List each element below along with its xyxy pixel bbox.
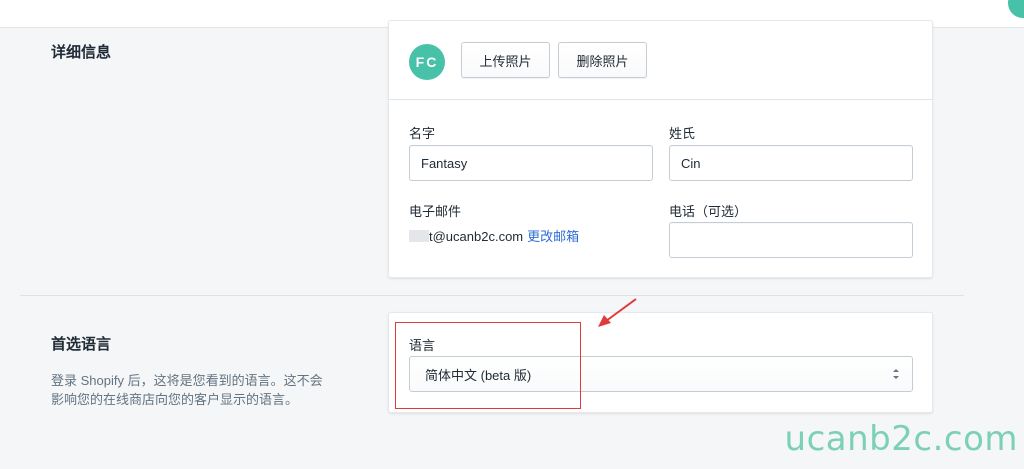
phone-field[interactable] xyxy=(669,222,913,258)
avatar: FC xyxy=(409,44,445,80)
email-label: 电子邮件 xyxy=(409,204,462,219)
annotation-arrow-icon xyxy=(598,298,637,327)
email-redaction xyxy=(409,230,429,242)
language-section-title: 首选语言 xyxy=(51,336,112,353)
select-arrows-icon xyxy=(893,369,899,379)
last-name-field[interactable] xyxy=(669,145,913,181)
last-name-label: 姓氏 xyxy=(669,126,696,141)
user-avatar-corner[interactable] xyxy=(1008,0,1024,18)
section-divider xyxy=(20,295,964,296)
card-divider xyxy=(389,99,932,100)
language-select[interactable]: 简体中文 (beta 版) xyxy=(409,356,913,392)
email-value: t@ucanb2c.com xyxy=(429,229,524,244)
language-card: 语言 简体中文 (beta 版) xyxy=(388,312,933,413)
details-card: FC 上传照片 删除照片 名字 姓氏 电子邮件 t@ucanb2c.com更改邮… xyxy=(388,20,933,278)
phone-label: 电话（可选） xyxy=(669,204,748,219)
change-email-link[interactable]: 更改邮箱 xyxy=(527,229,579,244)
first-name-field[interactable] xyxy=(409,145,653,181)
details-section-title: 详细信息 xyxy=(51,44,112,61)
language-section-description: 登录 Shopify 后，这将是您看到的语言。这不会影响您的在线商店向您的客户显… xyxy=(51,373,323,407)
language-label: 语言 xyxy=(409,338,436,353)
delete-photo-button[interactable]: 删除照片 xyxy=(558,42,647,78)
upload-photo-button[interactable]: 上传照片 xyxy=(461,42,550,78)
first-name-label: 名字 xyxy=(409,126,436,141)
language-selected-value: 简体中文 (beta 版) xyxy=(425,367,532,383)
email-display: t@ucanb2c.com 更改邮箱 xyxy=(409,226,579,245)
watermark-text: ucanb2c.com xyxy=(784,419,1018,459)
